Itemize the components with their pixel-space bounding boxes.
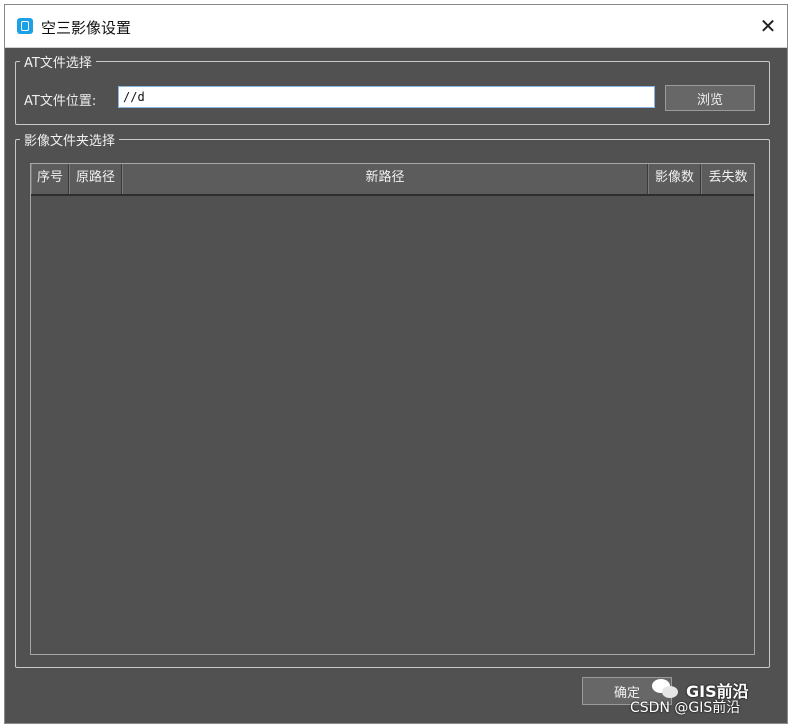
column-header-index[interactable]: 序号 — [31, 164, 69, 194]
column-header-new-path[interactable]: 新路径 — [122, 164, 648, 194]
window-title: 空三影像设置 — [41, 19, 132, 37]
at-file-location-label: AT文件位置: — [24, 94, 97, 109]
column-header-missing-count[interactable]: 丢失数 — [701, 164, 754, 194]
at-file-group-legend: AT文件选择 — [24, 56, 92, 71]
close-icon[interactable]: ✕ — [753, 11, 783, 41]
table-header: 序号 原路径 新路径 影像数 丢失数 — [31, 164, 754, 196]
csdn-watermark: CSDN @GIS前沿 — [630, 700, 741, 716]
column-header-original-path[interactable]: 原路径 — [69, 164, 122, 194]
app-icon — [17, 18, 33, 34]
column-header-image-count[interactable]: 影像数 — [648, 164, 701, 194]
title-bar: 空三影像设置 ✕ — [5, 5, 787, 48]
image-folder-group-legend: 影像文件夹选择 — [24, 134, 116, 149]
at-file-path-input[interactable] — [118, 86, 655, 108]
image-folder-table: 序号 原路径 新路径 影像数 丢失数 — [30, 163, 755, 655]
browse-button[interactable]: 浏览 — [665, 85, 755, 111]
